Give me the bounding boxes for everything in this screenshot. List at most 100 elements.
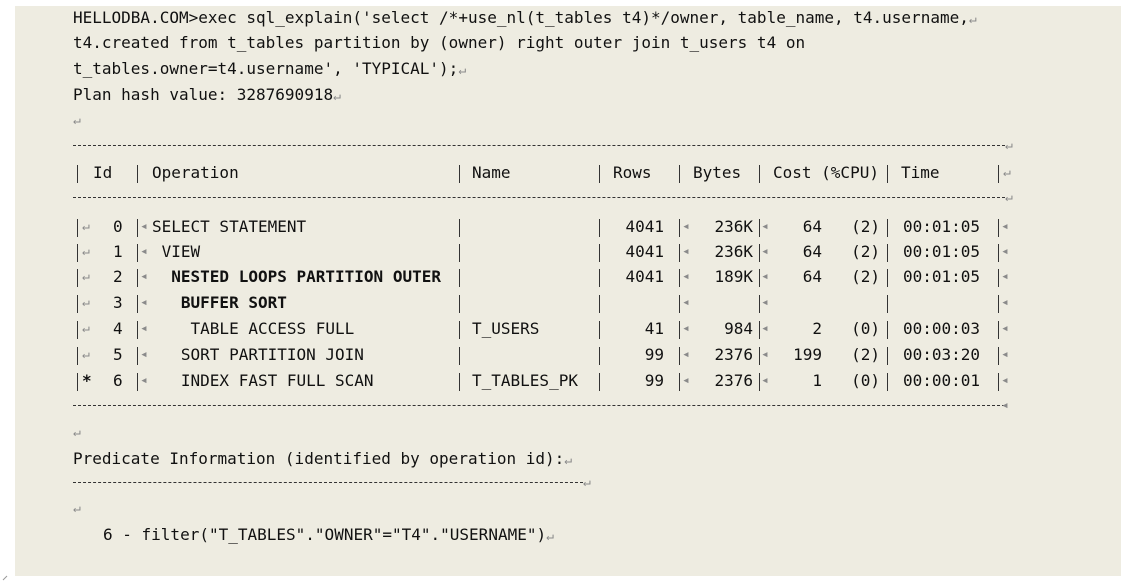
column-divider — [137, 295, 138, 313]
table-separator-bottom — [73, 405, 1005, 406]
column-divider — [459, 347, 460, 365]
time-value: 00:00:03 — [903, 319, 981, 338]
cpu-percent: (2) — [851, 345, 880, 364]
predicate-info-title: Predicate Information (identified by ope… — [73, 449, 573, 468]
predicate-separator — [73, 482, 583, 483]
cost-value: 2 — [812, 319, 822, 338]
column-divider — [887, 269, 888, 287]
column-divider — [459, 219, 460, 237]
column-divider — [459, 244, 460, 262]
column-divider — [137, 269, 138, 287]
row-count: 4041 — [625, 267, 664, 286]
separator-return-mark: ↵ — [1005, 138, 1013, 153]
column-divider — [77, 347, 78, 365]
time-value: 00:00:01 — [903, 371, 981, 390]
row-return-mark: ↵ — [82, 321, 90, 336]
separator-return-mark: ↵ — [583, 475, 591, 490]
time-value: 00:03:20 — [903, 345, 981, 364]
column-divider — [759, 347, 760, 365]
column-divider — [137, 373, 138, 391]
cost-value: 199 — [793, 345, 822, 364]
cost-value: 64 — [802, 217, 822, 236]
column-divider — [759, 165, 760, 183]
op-id: 4 — [113, 319, 123, 338]
cell-mark: ◂ — [761, 295, 769, 310]
cell-mark: ◂ — [140, 321, 148, 336]
operation-name: INDEX FAST FULL SCAN — [152, 371, 374, 390]
cell-mark: ◂ — [761, 373, 769, 388]
plan-hash-value: Plan hash value: 3287690918↵ — [73, 85, 341, 104]
cpu-percent: (0) — [851, 371, 880, 390]
empty-line-marker: ↵ — [73, 501, 81, 516]
byte-count: 984 — [724, 319, 753, 338]
column-divider — [679, 244, 680, 262]
row-return-mark: ↵ — [82, 219, 90, 234]
cpu-percent: (2) — [851, 217, 880, 236]
cell-mark: ◂ — [761, 269, 769, 284]
column-divider — [459, 373, 460, 391]
cpu-percent: (0) — [851, 319, 880, 338]
cell-mark: ◂ — [140, 347, 148, 362]
predicate-filter: 6 - filter("T_TABLES"."OWNER"="T4"."USER… — [103, 525, 554, 544]
column-divider — [679, 373, 680, 391]
row-return-mark: ↵ — [82, 244, 90, 259]
column-divider — [759, 295, 760, 313]
column-divider — [599, 295, 600, 313]
column-header: Cost (%CPU) — [773, 163, 879, 182]
operation-name: SORT PARTITION JOIN — [152, 345, 364, 364]
column-divider — [77, 321, 78, 339]
operation-name: TABLE ACCESS FULL — [152, 319, 355, 338]
column-divider — [137, 219, 138, 237]
cost-value: 64 — [802, 242, 822, 261]
column-divider — [77, 219, 78, 237]
column-divider — [998, 244, 999, 262]
operation-name: NESTED LOOPS PARTITION OUTER — [152, 267, 441, 286]
column-divider — [459, 269, 460, 287]
time-value: 00:01:05 — [903, 267, 981, 286]
column-header: Name — [472, 163, 511, 182]
column-divider — [998, 295, 999, 313]
operation-name: BUFFER SORT — [152, 293, 287, 312]
corner-mark-icon — [2, 575, 8, 581]
byte-count: 2376 — [714, 345, 753, 364]
cell-mark: ◂ — [1001, 269, 1009, 284]
row-count: 99 — [644, 345, 664, 364]
column-header: Time — [901, 163, 940, 182]
predicate-flag: * — [82, 371, 92, 390]
column-divider — [137, 165, 138, 183]
empty-line-marker: ↵ — [73, 425, 81, 440]
cell-mark: ◂ — [140, 244, 148, 259]
row-count: 4041 — [625, 242, 664, 261]
row-return-mark: ↵ — [82, 295, 90, 310]
column-divider — [759, 219, 760, 237]
column-divider — [459, 295, 460, 313]
sql-command-line-2: t4.created from t_tables partition by (o… — [73, 33, 806, 52]
header-return-mark: ↵ — [1003, 165, 1011, 180]
row-return-mark: ↵ — [82, 269, 90, 284]
column-divider — [887, 347, 888, 365]
byte-count: 2376 — [714, 371, 753, 390]
op-id: 0 — [113, 217, 123, 236]
cell-mark: ◂ — [1001, 321, 1009, 336]
column-divider — [679, 219, 680, 237]
object-name: T_USERS — [472, 319, 540, 338]
byte-count: 189K — [714, 267, 753, 286]
cell-mark: ◂ — [1001, 219, 1009, 234]
cost-value: 1 — [812, 371, 822, 390]
column-divider — [137, 321, 138, 339]
cell-mark: ◂ — [761, 321, 769, 336]
column-header: Bytes — [693, 163, 742, 182]
table-separator-mid — [73, 197, 1005, 198]
cell-mark: ◂ — [682, 295, 690, 310]
column-divider — [679, 347, 680, 365]
cell-mark: ◂ — [140, 269, 148, 284]
column-header: Operation — [152, 163, 239, 182]
empty-line-marker: ↵ — [73, 113, 81, 128]
column-divider — [887, 219, 888, 237]
column-divider — [459, 165, 460, 183]
cpu-percent: (2) — [851, 267, 880, 286]
row-count: 41 — [644, 319, 664, 338]
column-divider — [887, 373, 888, 391]
column-divider — [679, 269, 680, 287]
op-id: 2 — [113, 267, 123, 286]
